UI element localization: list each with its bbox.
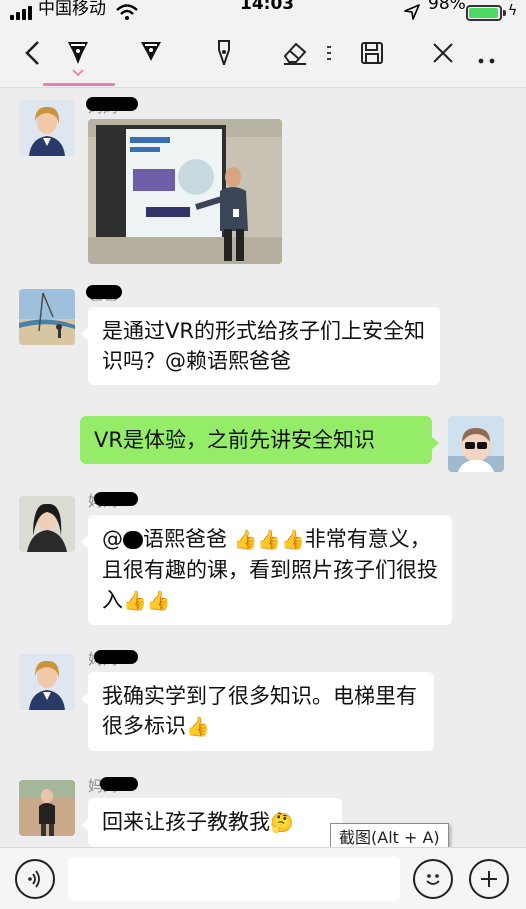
avatar[interactable] xyxy=(19,654,75,710)
redaction-mark xyxy=(86,285,122,299)
message-bubble-self[interactable]: VR是体验，之前先讲安全知识 xyxy=(80,416,439,464)
more-vertical-icon[interactable] xyxy=(322,36,338,70)
redaction-mark xyxy=(86,97,138,111)
more-icon[interactable] xyxy=(470,44,504,78)
emoji-icon[interactable] xyxy=(413,859,453,899)
marker-icon[interactable] xyxy=(134,36,168,70)
avatar[interactable] xyxy=(19,289,75,345)
fountain-pen-icon[interactable] xyxy=(207,36,241,70)
redaction-mark xyxy=(123,531,143,549)
input-bar xyxy=(0,847,526,909)
message-bubble[interactable]: 是通过VR的形式给孩子们上安全知识吗？@赖语熙爸爸 xyxy=(81,307,440,385)
avatar[interactable] xyxy=(19,100,75,156)
clock: 14:03 xyxy=(240,0,295,14)
signal-icon xyxy=(10,6,34,20)
battery-percent: 98% xyxy=(428,0,466,14)
plus-icon[interactable] xyxy=(469,859,509,899)
thumbs-up-icon: 👍 xyxy=(146,590,171,612)
voice-icon[interactable] xyxy=(15,859,55,899)
message-bubble[interactable]: @ 语熙爸爸 👍👍👍非常有意义，且很有趣的课，看到照片孩子们很投入👍👍 xyxy=(81,515,452,625)
redaction-mark xyxy=(94,492,138,506)
wifi-icon xyxy=(116,4,138,20)
avatar[interactable] xyxy=(19,496,75,552)
thumbs-up-icon: 👍 xyxy=(281,529,305,551)
thumbs-up-icon: 👍 xyxy=(233,529,258,551)
chat-area[interactable]: 妈妈 爸爸 是通过VR的形式给孩子们上安全知识吗？@赖语熙爸爸 VR是体验，之前… xyxy=(0,89,526,847)
active-tool-indicator xyxy=(43,83,115,86)
pen-icon[interactable] xyxy=(61,36,95,70)
message-bubble[interactable]: 回来让孩子教教我🤔 xyxy=(81,798,342,847)
thumbs-up-icon: 👍 xyxy=(123,590,147,612)
message-bubble[interactable]: 我确实学到了很多知识。电梯里有很多标识👍 xyxy=(81,672,434,751)
avatar-self[interactable] xyxy=(448,416,504,472)
status-bar: 中国移动 14:03 98% ϟ xyxy=(0,0,526,22)
message-input[interactable] xyxy=(68,857,400,901)
battery-icon xyxy=(466,5,502,21)
redaction-mark xyxy=(94,650,138,664)
carrier-label: 中国移动 xyxy=(38,0,106,19)
close-icon[interactable] xyxy=(426,36,460,70)
charging-icon: ϟ xyxy=(508,3,518,19)
thumbs-up-icon: 👍 xyxy=(257,529,282,551)
back-icon[interactable] xyxy=(16,36,50,70)
eraser-icon[interactable] xyxy=(278,36,312,70)
redaction-mark xyxy=(100,777,138,791)
edit-toolbar xyxy=(0,22,526,88)
save-icon[interactable] xyxy=(355,36,389,70)
chevron-down-icon xyxy=(72,69,84,77)
shared-photo[interactable] xyxy=(88,119,282,264)
thinking-face-icon: 🤔 xyxy=(270,812,294,834)
avatar[interactable] xyxy=(19,780,75,836)
thumbs-up-icon: 👍 xyxy=(186,716,210,738)
location-icon xyxy=(404,4,420,20)
